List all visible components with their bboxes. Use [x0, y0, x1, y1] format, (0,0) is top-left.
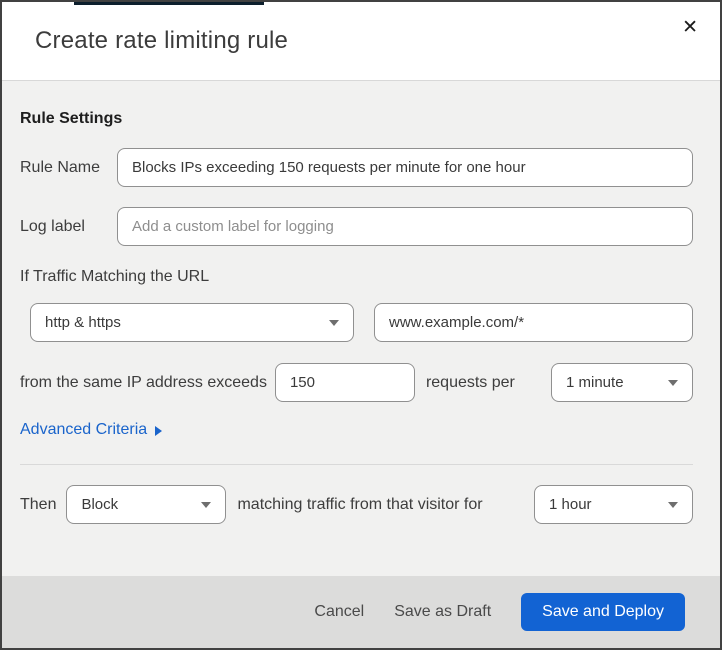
- traffic-matching-heading: If Traffic Matching the URL: [20, 268, 210, 285]
- advanced-criteria-label: Advanced Criteria: [20, 421, 148, 438]
- action-select[interactable]: Block: [66, 485, 227, 524]
- threshold-prefix-text: from the same IP address exceeds: [20, 373, 267, 391]
- section-heading: Rule Settings: [20, 110, 123, 127]
- url-match-row: http & https: [30, 303, 693, 342]
- caret-down-icon: [201, 501, 212, 508]
- log-label-row: Log label: [20, 207, 693, 246]
- dialog-body: Rule Settings Rule Name Log label If Tra…: [2, 81, 720, 576]
- dialog-header: Create rate limiting rule ✕: [2, 2, 720, 81]
- matching-traffic-text: matching traffic from that visitor for: [237, 495, 483, 513]
- dialog-title: Create rate limiting rule: [35, 27, 289, 54]
- url-input[interactable]: [374, 303, 693, 342]
- caret-down-icon: [668, 379, 678, 386]
- advanced-criteria-link[interactable]: Advanced Criteria: [20, 421, 163, 439]
- requests-per-text: requests per: [425, 373, 515, 391]
- rule-name-label: Rule Name: [20, 158, 101, 176]
- then-action-row: Then Block matching traffic from that vi…: [20, 485, 693, 524]
- duration-select-value: 1 hour: [549, 496, 592, 513]
- period-select[interactable]: 1 minute: [551, 363, 693, 402]
- save-as-draft-button[interactable]: Save as Draft: [394, 603, 491, 621]
- section-divider: [20, 464, 693, 465]
- scheme-select[interactable]: http & https: [30, 303, 354, 342]
- save-and-deploy-button[interactable]: Save and Deploy: [521, 593, 685, 631]
- then-label: Then: [20, 495, 57, 513]
- background-page-strip: [74, 2, 264, 5]
- scheme-select-value: http & https: [45, 314, 121, 331]
- log-label-input[interactable]: [117, 207, 693, 246]
- cancel-button[interactable]: Cancel: [314, 603, 364, 621]
- expand-right-icon: [155, 426, 163, 436]
- threshold-row: from the same IP address exceeds request…: [20, 363, 693, 402]
- rule-name-row: Rule Name: [20, 148, 693, 187]
- request-count-input[interactable]: [274, 363, 415, 402]
- period-select-value: 1 minute: [566, 374, 624, 391]
- create-rate-limiting-rule-dialog: Create rate limiting rule ✕ Rule Setting…: [0, 0, 722, 650]
- close-button[interactable]: ✕: [674, 10, 706, 45]
- dialog-footer: Cancel Save as Draft Save and Deploy: [2, 576, 720, 648]
- rule-name-input[interactable]: [117, 148, 693, 187]
- close-icon: ✕: [682, 17, 698, 38]
- caret-down-icon: [668, 501, 678, 508]
- action-select-value: Block: [81, 496, 119, 513]
- caret-down-icon: [329, 319, 339, 326]
- log-label-label: Log label: [20, 217, 85, 235]
- duration-select[interactable]: 1 hour: [534, 485, 693, 524]
